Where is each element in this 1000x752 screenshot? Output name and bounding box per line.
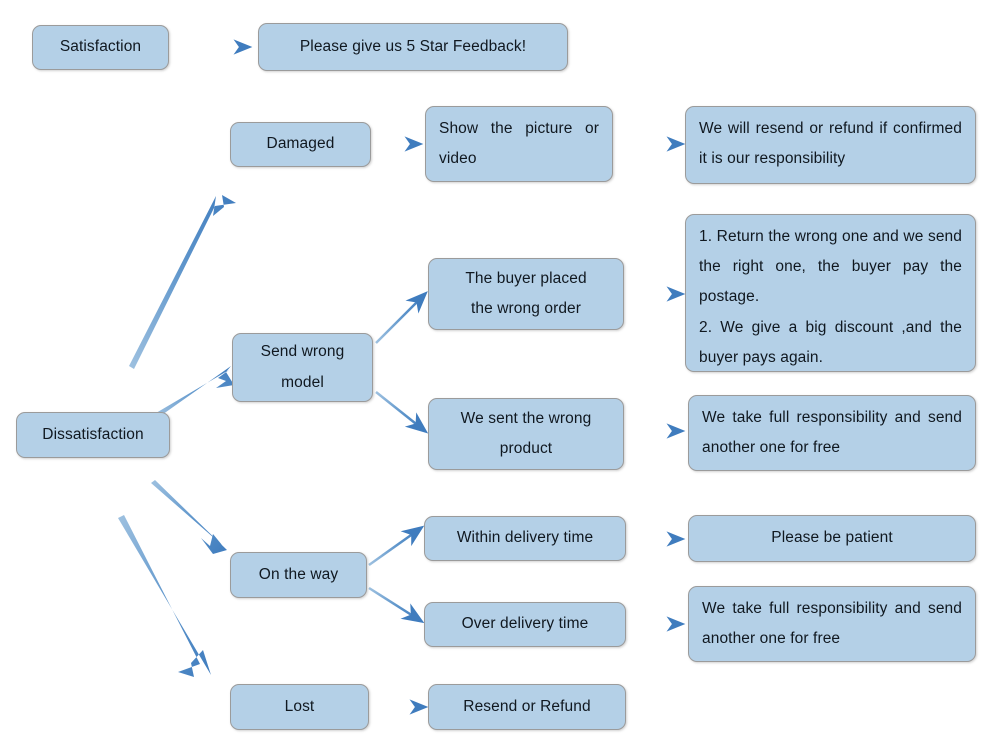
node-return-or-discount-options[interactable]: 1. Return the wrong one and we send the …	[685, 214, 976, 372]
node-satisfaction-label: Satisfaction	[59, 38, 142, 56]
node-five-star-feedback-label: Please give us 5 Star Feedback!	[299, 37, 527, 55]
node-buyer-placed-wrong-order[interactable]: The buyer placed the wrong order	[428, 258, 624, 330]
node-return-or-discount-options-label: 1. Return the wrong one and we send the …	[699, 228, 962, 366]
node-full-responsibility-wrong-product[interactable]: We take full responsibility and send ano…	[688, 395, 976, 471]
node-show-picture-or-video-label: Show the picture or video	[439, 120, 599, 168]
flowchart-canvas: Satisfaction Please give us 5 Star Feedb…	[0, 0, 1000, 752]
node-we-sent-wrong-product[interactable]: We sent the wrong product	[428, 398, 624, 470]
node-full-responsibility-wrong-product-label: We take full responsibility and send ano…	[702, 409, 962, 457]
node-damaged[interactable]: Damaged	[230, 122, 371, 167]
node-please-be-patient-label: Please be patient	[771, 529, 893, 547]
node-over-delivery-time-label: Over delivery time	[461, 615, 589, 633]
node-resend-refund-if-confirmed[interactable]: We will resend or refund if confirmed it…	[685, 106, 976, 184]
node-damaged-label: Damaged	[266, 135, 335, 153]
node-send-wrong-model-label: Send wrong model	[260, 343, 345, 391]
node-within-delivery-time-label: Within delivery time	[456, 529, 594, 547]
edge-dissatisfaction-to-damaged	[129, 195, 236, 369]
edge-send-wrong-model-to-buyer-wrong-order	[375, 291, 428, 344]
node-dissatisfaction-label: Dissatisfaction	[42, 425, 144, 443]
edge-on-the-way-to-over-delivery	[368, 586, 425, 624]
node-resend-or-refund-label: Resend or Refund	[463, 697, 591, 715]
node-resend-refund-if-confirmed-label: We will resend or refund if confirmed it…	[699, 120, 962, 168]
node-lost-label: Lost	[284, 697, 315, 715]
node-on-the-way-label: On the way	[258, 565, 339, 583]
edge-on-the-way-to-within-delivery	[368, 525, 425, 567]
node-dissatisfaction[interactable]: Dissatisfaction	[16, 412, 170, 458]
edge-dissatisfaction-to-lost	[118, 515, 211, 677]
edge-send-wrong-model-to-we-sent-wrong	[375, 391, 429, 434]
node-full-responsibility-over-delivery[interactable]: We take full responsibility and send ano…	[688, 586, 976, 662]
node-five-star-feedback[interactable]: Please give us 5 Star Feedback!	[258, 23, 568, 71]
node-within-delivery-time[interactable]: Within delivery time	[424, 516, 626, 561]
node-buyer-placed-wrong-order-label: The buyer placed the wrong order	[465, 269, 587, 317]
node-please-be-patient[interactable]: Please be patient	[688, 515, 976, 562]
node-full-responsibility-over-delivery-label: We take full responsibility and send ano…	[702, 600, 962, 648]
node-we-sent-wrong-product-label: We sent the wrong product	[460, 409, 592, 457]
edge-dissatisfaction-to-on-the-way	[151, 480, 227, 554]
node-lost[interactable]: Lost	[230, 684, 369, 730]
node-on-the-way[interactable]: On the way	[230, 552, 367, 598]
node-satisfaction[interactable]: Satisfaction	[32, 25, 169, 70]
node-send-wrong-model[interactable]: Send wrong model	[232, 333, 373, 402]
edge-dissatisfaction-to-send-wrong-model	[156, 366, 234, 417]
node-over-delivery-time[interactable]: Over delivery time	[424, 602, 626, 647]
node-resend-or-refund[interactable]: Resend or Refund	[428, 684, 626, 730]
node-show-picture-or-video[interactable]: Show the picture or video	[425, 106, 613, 182]
